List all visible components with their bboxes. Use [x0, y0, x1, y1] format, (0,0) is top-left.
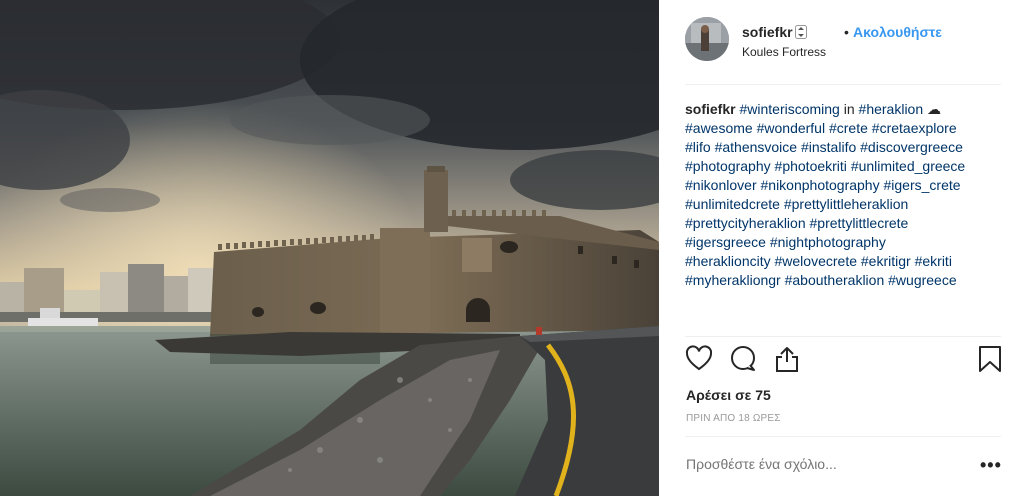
post-photo[interactable]: [0, 0, 659, 496]
avatar[interactable]: [685, 17, 729, 61]
hashtag-link[interactable]: #photography: [685, 158, 771, 174]
likes-count[interactable]: Αρέσει σε 75: [686, 387, 771, 403]
username-link[interactable]: sofiefkr: [742, 24, 807, 42]
caption-line: #igersgreece #nightphotography: [685, 233, 1015, 252]
hashtag-link[interactable]: #igers_crete: [884, 177, 961, 193]
hashtag-link[interactable]: #igersgreece: [685, 234, 766, 250]
hashtag-link[interactable]: #winteriscoming: [739, 101, 839, 117]
caption-username[interactable]: sofiefkr: [685, 101, 739, 117]
divider-top: [685, 84, 1001, 85]
fortress-photo: [0, 0, 659, 496]
hashtag-link[interactable]: #awesome: [685, 120, 753, 136]
hashtag-link[interactable]: #aboutheraklion: [785, 272, 885, 288]
hashtag-link[interactable]: #athensvoice: [715, 139, 798, 155]
more-options-button[interactable]: •••: [980, 455, 1002, 476]
caption-line: #unlimitedcrete #prettylittleheraklion: [685, 195, 1015, 214]
hashtag-link[interactable]: #wonderful: [757, 120, 826, 136]
hashtag-link[interactable]: #prettylittleheraklion: [784, 196, 909, 212]
action-bar: [685, 345, 1003, 377]
hashtag-link[interactable]: #prettycityheraklion: [685, 215, 806, 231]
caption-line: #lifo #athensvoice #instalifo #discoverg…: [685, 138, 1015, 157]
hashtag-link[interactable]: #prettylittlecrete: [810, 215, 909, 231]
avatar-image: [685, 17, 729, 61]
caption-line: #myherakliongr #aboutheraklion #wugreece: [685, 271, 1015, 290]
divider-bottom: [685, 436, 1001, 437]
hashtag-link[interactable]: #nikonlover: [685, 177, 757, 193]
verified-icon: [794, 25, 807, 42]
caption-line: #prettycityheraklion #prettylittlecrete: [685, 214, 1015, 233]
hashtag-link[interactable]: #crete: [829, 120, 868, 136]
hashtag-link[interactable]: #heraklioncity: [685, 253, 771, 269]
hashtag-link[interactable]: #ekritigr: [861, 253, 911, 269]
hashtag-link[interactable]: #myherakliongr: [685, 272, 781, 288]
hashtag-link[interactable]: #welovecrete: [775, 253, 858, 269]
heart-icon[interactable]: [685, 345, 713, 378]
hashtag-link[interactable]: #heraklion: [859, 101, 924, 117]
caption: sofiefkr #winteriscoming in #heraklion ☁…: [685, 100, 1015, 290]
post-panel: sofiefkr • Ακολουθήστε Koules Fortress s…: [659, 0, 1019, 496]
follow-button[interactable]: Ακολουθήστε: [853, 24, 942, 40]
caption-line: #awesome #wonderful #crete #cretaexplore: [685, 119, 1015, 138]
hashtag-link[interactable]: #nikonphotography: [761, 177, 880, 193]
hashtag-link[interactable]: #nightphotography: [770, 234, 886, 250]
caption-line: sofiefkr #winteriscoming in #heraklion ☁: [685, 100, 1015, 119]
hashtag-link[interactable]: #unlimited_greece: [851, 158, 965, 174]
location-link[interactable]: Koules Fortress: [742, 45, 826, 59]
post-timestamp[interactable]: ΠΡΙΝ ΑΠΟ 18 ΩΡΕΣ: [686, 413, 781, 424]
hashtag-link[interactable]: #instalifo: [801, 139, 856, 155]
hashtag-link[interactable]: #ekriti: [915, 253, 952, 269]
caption-line: #photography #photoekriti #unlimited_gre…: [685, 157, 1015, 176]
separator-dot: •: [844, 24, 849, 40]
post-header: sofiefkr • Ακολουθήστε Koules Fortress: [685, 17, 1001, 67]
hashtag-link[interactable]: #photoekriti: [775, 158, 847, 174]
caption-text: ☁: [923, 101, 942, 117]
caption-line: #nikonlover #nikonphotography #igers_cre…: [685, 176, 1015, 195]
bookmark-icon[interactable]: [977, 345, 1003, 378]
hashtag-link[interactable]: #discovergreece: [860, 139, 963, 155]
comment-input[interactable]: [686, 456, 926, 472]
hashtag-link[interactable]: #wugreece: [888, 272, 957, 288]
comment-icon[interactable]: [729, 345, 757, 378]
hashtag-link[interactable]: #lifo: [685, 139, 711, 155]
caption-line: #heraklioncity #welovecrete #ekritigr #e…: [685, 252, 1015, 271]
caption-text: in: [839, 101, 859, 117]
hashtag-link[interactable]: #cretaexplore: [872, 120, 957, 136]
hashtag-link[interactable]: #unlimitedcrete: [685, 196, 780, 212]
share-icon[interactable]: [773, 345, 801, 378]
divider-mid: [685, 336, 1001, 337]
